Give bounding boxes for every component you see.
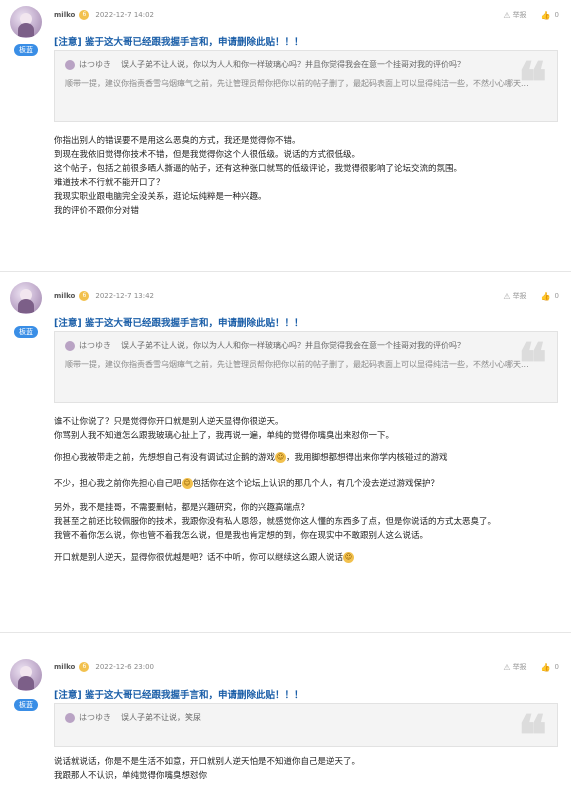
badge: 板蓝 [14, 44, 38, 56]
quote-text-rest: 顺带一提，建议你指责香雪乌烟瘴气之前，先让管理员帮你把你以前的帖子删了，最起码表… [65, 360, 529, 369]
level-icon: 6 [79, 662, 90, 672]
report-label: 举报 [512, 292, 527, 300]
post-title[interactable]: [注意] 鉴于这大哥已经跟我握手言和，申请删除此贴！！！ [54, 315, 304, 329]
quote-block: ❝ はつゆき 误人子弟不让说，笑尿 [54, 703, 558, 747]
post-paragraph: 我甚至之前还比较佩服你的技术，我跟你没有私人恩怨，就感觉你这人懂的东西多了点，但… [54, 517, 497, 527]
post: 板蓝 milko 6 2022-12-7 13:42 ⚠ 举报 👍 0 [注意] 鉴… [0, 272, 571, 627]
post-paragraph: 不少，担心我之前你先担心自己吧 ☺ 包括你在这个论坛上认识的那几个人，有几个没去逆过… [54, 478, 440, 489]
post-paragraph: 我现实职业跟电脑完全没关系，逛论坛纯粹是一种兴趣。 [54, 192, 267, 202]
post-paragraph: 难道技术不行就不能开口了？ [54, 178, 165, 188]
post-paragraph: 说话就说话，你是不是生活不如意，开口就别人逆天怕是不知道你自己是逆天了。 [54, 757, 361, 767]
username[interactable]: milko [54, 11, 75, 19]
grin-emoji-icon: ☺ [275, 452, 287, 463]
quote-avatar [65, 59, 75, 70]
post-title[interactable]: [注意] 鉴于这大哥已经跟我握手言和，申请删除此贴！！！ [54, 687, 304, 701]
post-body: 你指出别人的错误要不是用这么恶臭的方式，我还是觉得你不错。 到现在我依旧觉得你技… [54, 134, 564, 218]
post: 板蓝 milko 6 2022-12-6 23:00 ⚠ 举报 👍 0 [注意] 鉴… [0, 633, 571, 808]
quote-text-first: 误人子弟不让人说，你以为人人和你一样玻璃心吗？并且你觉得我会在意一个挂哥对我的评… [121, 60, 465, 69]
post-paragraph: 你担心我被带走之前，先想想自己有没有调试过企鹅的游戏 ☺ ，我用脚想都想得出来你学内… [54, 452, 448, 463]
quote-text-rest: 顺带一提，建议你指责香雪乌烟瘴气之前，先让管理员帮你把你以前的帖子删了，最起码表… [65, 79, 529, 88]
post-paragraph: 到现在我依旧觉得你技术不错，但是我觉得你这个人很低级。说话的方式很低级。 [54, 150, 361, 160]
thumbs-up-icon: 👍 [540, 10, 551, 20]
post-title[interactable]: [注意] 鉴于这大哥已经跟我握手言和，申请删除此贴！！！ [54, 34, 304, 48]
badge: 板蓝 [14, 699, 38, 711]
post: 板蓝 milko 6 2022-12-7 14:02 ⚠ 举报 👍 0 [注意] 鉴… [0, 0, 571, 270]
timestamp: 2022-12-7 14:02 [95, 11, 154, 19]
like-button[interactable]: 👍 0 [541, 292, 559, 301]
report-label: 举报 [512, 11, 527, 19]
post-meta: milko 6 2022-12-6 23:00 [54, 661, 154, 673]
quote-text-first: 误人子弟不让人说，你以为人人和你一样玻璃心吗？并且你觉得我会在意一个挂哥对我的评… [121, 341, 465, 350]
report-button[interactable]: ⚠ 举报 [503, 662, 526, 672]
post-meta: milko 6 2022-12-7 14:02 [54, 9, 154, 21]
post-paragraph: 我跟那人不认识，单纯觉得你嘴臭想怼你 [54, 771, 208, 781]
post-paragraph: 我的评价不跟你分对错 [54, 206, 140, 216]
badge: 板蓝 [14, 326, 38, 338]
avatar[interactable] [10, 282, 42, 314]
thumbs-up-icon: 👍 [540, 662, 551, 672]
quote-text-first: 误人子弟不让说，笑尿 [121, 713, 201, 722]
quote-username: はつゆき [79, 713, 111, 722]
post-actions: ⚠ 举报 👍 0 [503, 661, 559, 673]
post-body: 谁不让你说了？只是觉得你开口就是别人逆天显得你很逆天。 你骂别人我不知道怎么跟我… [54, 415, 564, 565]
post-actions: ⚠ 举报 👍 0 [503, 9, 559, 21]
like-count: 0 [554, 663, 559, 671]
post-paragraph: 我管不着你怎么说，你也管不着我怎么说，但是我也肯定想的到，你在现实中不敢跟别人这… [54, 531, 429, 541]
post-paragraph: 谁不让你说了？只是觉得你开口就是别人逆天显得你很逆天。 [54, 417, 284, 427]
thumbs-up-icon: 👍 [540, 291, 551, 301]
report-button[interactable]: ⚠ 举报 [503, 291, 526, 301]
avatar[interactable] [10, 6, 42, 38]
warning-icon: ⚠ [503, 291, 511, 301]
level-icon: 6 [79, 291, 90, 301]
post-paragraph: 你骂别人我不知道怎么跟我玻璃心扯上了，我再说一遍，单纯的觉得你嘴臭出来怼你一下。 [54, 431, 395, 441]
username[interactable]: milko [54, 292, 75, 300]
quote-username: はつゆき [79, 341, 111, 350]
quote-block: ❝ はつゆき 误人子弟不让人说，你以为人人和你一样玻璃心吗？并且你觉得我会在意一… [54, 50, 558, 122]
level-icon: 6 [79, 10, 90, 20]
post-paragraph: 另外，我不是挂哥，不需要删帖，都是兴趣研究，你的兴趣高端点？ [54, 503, 310, 513]
report-button[interactable]: ⚠ 举报 [503, 10, 526, 20]
timestamp: 2022-12-6 23:00 [95, 663, 154, 671]
grin-emoji-icon: ☺ [343, 552, 355, 563]
timestamp: 2022-12-7 13:42 [95, 292, 154, 300]
grin-emoji-icon: ☺ [181, 478, 193, 489]
username[interactable]: milko [54, 663, 75, 671]
warning-icon: ⚠ [503, 662, 511, 672]
post-paragraph: 这个帖子，包括之前很多晒人撕逼的帖子，还有这种张口就骂的低级评论，我觉得很影响了… [54, 164, 463, 174]
like-count: 0 [554, 292, 559, 300]
post-paragraph: 开口就是别人逆天，显得你很优越是吧？话不中听，你可以继续这么跟人说话 ☺ [54, 552, 355, 563]
post-actions: ⚠ 举报 👍 0 [503, 290, 559, 302]
like-count: 0 [554, 11, 559, 19]
quote-username: はつゆき [79, 60, 111, 69]
post-body: 说话就说话，你是不是生活不如意，开口就别人逆天怕是不知道你自己是逆天了。 我跟那… [54, 755, 564, 783]
quote-avatar [65, 340, 75, 351]
quote-avatar [65, 712, 75, 723]
quote-block: ❝ はつゆき 误人子弟不让人说，你以为人人和你一样玻璃心吗？并且你觉得我会在意一… [54, 331, 558, 403]
like-button[interactable]: 👍 0 [541, 663, 559, 672]
post-meta: milko 6 2022-12-7 13:42 [54, 290, 154, 302]
report-label: 举报 [512, 663, 527, 671]
avatar[interactable] [10, 659, 42, 691]
like-button[interactable]: 👍 0 [541, 11, 559, 20]
warning-icon: ⚠ [503, 10, 511, 20]
quote-mark-icon: ❝ [517, 703, 547, 747]
post-paragraph: 你指出别人的错误要不是用这么恶臭的方式，我还是觉得你不错。 [54, 136, 301, 146]
